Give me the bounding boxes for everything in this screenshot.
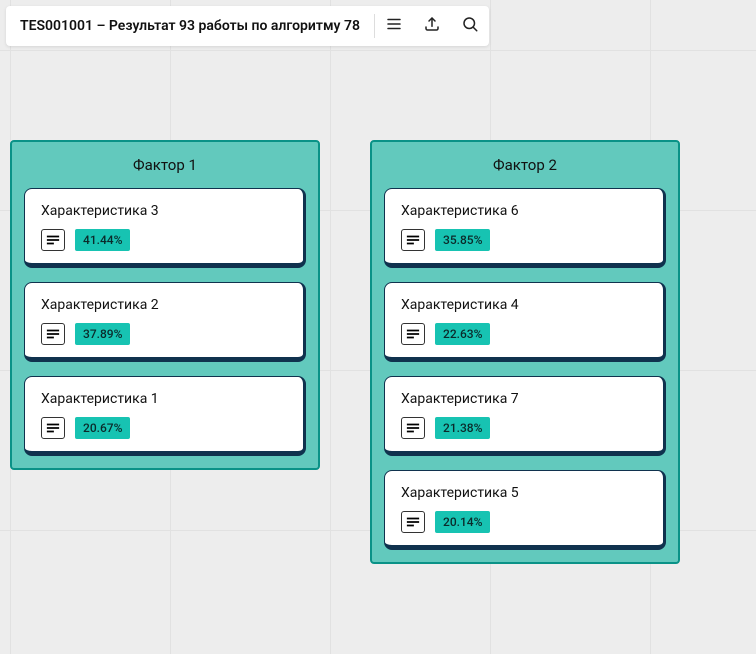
percentage-badge: 22.63% bbox=[435, 323, 490, 345]
characteristic-meta: 20.67% bbox=[41, 417, 287, 439]
header-actions bbox=[375, 6, 489, 46]
characteristic-name: Характеристика 7 bbox=[401, 391, 647, 407]
characteristic-name: Характеристика 6 bbox=[401, 203, 647, 219]
characteristic-meta: 37.89% bbox=[41, 323, 287, 345]
characteristic-meta: 41.44% bbox=[41, 229, 287, 251]
characteristic-name: Характеристика 2 bbox=[41, 297, 287, 313]
text-type-icon bbox=[41, 229, 65, 251]
header-bar: TES001001 – Результат 93 работы по алгор… bbox=[6, 6, 489, 46]
text-type-icon bbox=[401, 323, 425, 345]
percentage-badge: 21.38% bbox=[435, 417, 490, 439]
upload-icon bbox=[423, 15, 441, 37]
characteristic-name: Характеристика 1 bbox=[41, 391, 287, 407]
search-button[interactable] bbox=[451, 6, 489, 46]
characteristic-card[interactable]: Характеристика 3 41.44% bbox=[24, 188, 306, 268]
text-type-icon bbox=[41, 323, 65, 345]
percentage-badge: 20.14% bbox=[435, 511, 490, 533]
factor-panel[interactable]: Фактор 2 Характеристика 6 35.85% Характе… bbox=[370, 140, 680, 564]
workspace: Фактор 1 Характеристика 3 41.44% Характе… bbox=[10, 140, 680, 564]
share-button[interactable] bbox=[413, 6, 451, 46]
percentage-badge: 20.67% bbox=[75, 417, 130, 439]
factor-panel[interactable]: Фактор 1 Характеристика 3 41.44% Характе… bbox=[10, 140, 320, 470]
text-type-icon bbox=[41, 417, 65, 439]
characteristic-card[interactable]: Характеристика 5 20.14% bbox=[384, 470, 666, 550]
search-icon bbox=[461, 15, 479, 37]
characteristic-card[interactable]: Характеристика 4 22.63% bbox=[384, 282, 666, 362]
percentage-badge: 37.89% bbox=[75, 323, 130, 345]
percentage-badge: 35.85% bbox=[435, 229, 490, 251]
characteristic-meta: 20.14% bbox=[401, 511, 647, 533]
factor-title: Фактор 2 bbox=[384, 142, 666, 188]
characteristic-card[interactable]: Характеристика 1 20.67% bbox=[24, 376, 306, 456]
characteristic-meta: 22.63% bbox=[401, 323, 647, 345]
menu-icon bbox=[385, 15, 403, 37]
text-type-icon bbox=[401, 511, 425, 533]
characteristic-meta: 35.85% bbox=[401, 229, 647, 251]
characteristic-meta: 21.38% bbox=[401, 417, 647, 439]
characteristic-card[interactable]: Характеристика 7 21.38% bbox=[384, 376, 666, 456]
text-type-icon bbox=[401, 229, 425, 251]
page-title: TES001001 – Результат 93 работы по алгор… bbox=[6, 18, 374, 34]
characteristic-name: Характеристика 3 bbox=[41, 203, 287, 219]
characteristic-name: Характеристика 5 bbox=[401, 485, 647, 501]
characteristic-name: Характеристика 4 bbox=[401, 297, 647, 313]
characteristic-card[interactable]: Характеристика 6 35.85% bbox=[384, 188, 666, 268]
menu-button[interactable] bbox=[375, 6, 413, 46]
percentage-badge: 41.44% bbox=[75, 229, 130, 251]
characteristic-card[interactable]: Характеристика 2 37.89% bbox=[24, 282, 306, 362]
text-type-icon bbox=[401, 417, 425, 439]
factor-title: Фактор 1 bbox=[24, 142, 306, 188]
